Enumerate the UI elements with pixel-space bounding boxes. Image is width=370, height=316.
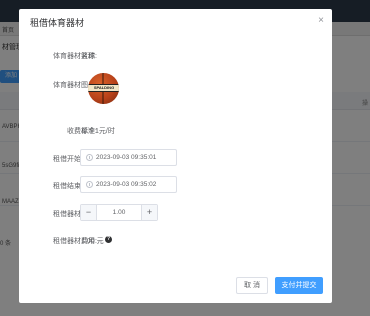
- start-time-picker[interactable]: 2023-09-03 09:35:01: [80, 149, 177, 166]
- pay-submit-button[interactable]: 支付并提交: [275, 277, 323, 294]
- decrease-button[interactable]: −: [81, 205, 97, 220]
- cancel-button[interactable]: 取 消: [236, 277, 268, 294]
- clock-icon: [86, 181, 93, 188]
- fee-standard-value: 单个1元/时: [81, 128, 115, 135]
- increase-button[interactable]: +: [141, 205, 157, 220]
- ball-logo-text: SPALDING: [93, 85, 115, 90]
- basketball-image: SPALDING: [88, 73, 119, 104]
- start-time-value: 2023-09-03 09:35:01: [96, 154, 157, 161]
- rent-equipment-dialog: 租借体育器材 × 体育器材名称: 篮球 体育器材图片: SPALDING 收费标…: [19, 9, 332, 303]
- name-value: 篮球: [81, 53, 95, 60]
- quantity-value[interactable]: 1.00: [97, 209, 141, 216]
- end-time-value: 2023-09-03 09:35:02: [96, 181, 157, 188]
- quantity-stepper: − 1.00 +: [80, 204, 158, 221]
- cost-value: 1.00 元: [81, 238, 104, 245]
- clock-icon: [86, 154, 93, 161]
- end-time-picker[interactable]: 2023-09-03 09:35:02: [80, 176, 177, 193]
- close-icon[interactable]: ×: [318, 15, 324, 26]
- dialog-title: 租借体育器材: [30, 18, 85, 28]
- question-icon[interactable]: ?: [105, 236, 112, 243]
